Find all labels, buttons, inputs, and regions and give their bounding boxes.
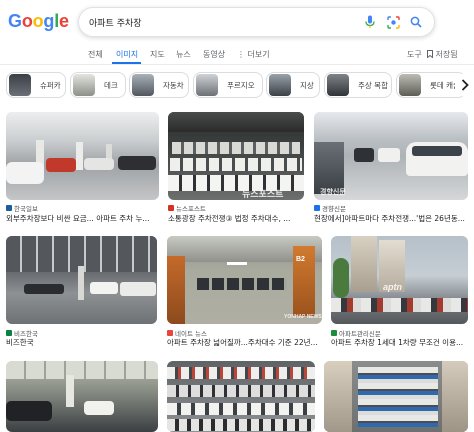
saved-button[interactable]: 저장됨 <box>427 49 458 60</box>
chip-mixed-use[interactable]: 주상 복합 <box>324 72 392 98</box>
logo-letter: G <box>8 11 22 31</box>
result-title[interactable]: 비즈한국 <box>6 337 157 348</box>
chip-supercar[interactable]: 슈퍼카 <box>6 72 66 98</box>
result-source[interactable]: 한국일보 <box>6 203 38 213</box>
chip-deck[interactable]: 데크 <box>70 72 126 98</box>
result-image[interactable] <box>6 236 157 324</box>
watermark: 뉴스포스트 <box>242 189 284 199</box>
chip-label: 자동차 <box>163 80 184 90</box>
more-dots-icon: ⋮ <box>237 50 248 59</box>
result-title[interactable]: 외부주차장보다 비싼 요금... 아파트 주차 누... <box>6 213 159 224</box>
result-image[interactable]: B2 YONHAP NEWS <box>167 236 322 324</box>
tab-all[interactable]: 전체 <box>88 49 103 60</box>
chip-thumbnail <box>196 74 218 96</box>
search-input[interactable]: 아파트 주차장 <box>89 16 360 29</box>
favicon-icon <box>168 205 174 211</box>
bookmark-icon <box>427 50 433 59</box>
result-image[interactable] <box>6 361 158 432</box>
google-logo[interactable]: Google <box>8 11 69 32</box>
tab-more-label: 더보기 <box>247 50 270 59</box>
result-source-name: 뉴스포스트 <box>176 205 206 213</box>
chips-next-button[interactable] <box>455 74 474 96</box>
result-source-name: 경향신문 <box>322 205 346 213</box>
result-image[interactable]: 경향신문 <box>314 112 468 200</box>
chip-thumbnail <box>73 74 95 96</box>
result-image[interactable]: aptn <box>331 236 468 324</box>
result-image[interactable] <box>6 112 159 200</box>
chip-thumbnail <box>132 74 154 96</box>
chip-label: 지상 <box>300 80 314 90</box>
chip-thumbnail <box>399 74 421 96</box>
chip-thumbnail <box>9 74 31 96</box>
result-source-name: 한국일보 <box>14 205 38 213</box>
favicon-icon <box>6 330 12 336</box>
search-icon[interactable] <box>406 12 426 32</box>
result-source[interactable]: 뉴스포스트 <box>168 203 206 213</box>
lens-icon[interactable] <box>383 12 403 32</box>
tab-images[interactable]: 이미지 <box>116 49 138 60</box>
chip-prugio[interactable]: 푸르지오 <box>193 72 263 98</box>
mic-icon[interactable] <box>360 12 380 32</box>
chip-thumbnail <box>327 74 349 96</box>
related-chips: 슈퍼카 데크 자동차 푸르지오 지상 주상 복합 롯데 캐슬 <box>6 72 474 98</box>
floor-badge: B2 <box>296 256 305 263</box>
result-title[interactable]: 아파트 주차장 넓어질까...주차대수 기준 22년... <box>167 337 322 348</box>
favicon-icon <box>167 330 173 336</box>
watermark: YONHAP NEWS <box>284 314 322 320</box>
search-tabs: 전체 이미지 지도 뉴스 동영상 ⋮ 더보기 도구 저장됨 <box>0 46 474 66</box>
chip-label: 데크 <box>104 80 118 90</box>
result-image[interactable] <box>324 361 468 432</box>
tab-news[interactable]: 뉴스 <box>176 49 191 60</box>
logo-letter: e <box>59 11 69 31</box>
tab-more[interactable]: ⋮ 더보기 <box>237 49 270 60</box>
result-title[interactable]: 아파트 주차장 1세대 1차량 무조건 이용... <box>331 337 468 348</box>
result-source[interactable]: 경향신문 <box>314 203 346 213</box>
logo-letter: o <box>32 11 44 31</box>
search-bar[interactable]: 아파트 주차장 <box>78 7 435 37</box>
chip-label: 푸르지오 <box>227 80 255 90</box>
favicon-icon <box>314 205 320 211</box>
tools-button[interactable]: 도구 <box>407 49 422 60</box>
tab-maps[interactable]: 지도 <box>150 49 165 60</box>
tab-videos[interactable]: 동영상 <box>203 49 225 60</box>
watermark: aptn <box>383 282 402 292</box>
result-title[interactable]: 소통광장 주차전쟁③ 법정 주차대수, ... <box>168 213 304 224</box>
tabs-divider <box>0 64 474 65</box>
chip-thumbnail <box>269 74 291 96</box>
chip-label: 주상 복합 <box>358 80 388 90</box>
logo-letter: g <box>43 11 55 31</box>
chip-label: 슈퍼카 <box>40 80 61 90</box>
chip-ground[interactable]: 지상 <box>266 72 320 98</box>
chevron-right-icon <box>461 79 469 91</box>
result-image[interactable]: 뉴스포스트 <box>168 112 304 200</box>
logo-letter: o <box>21 11 33 31</box>
favicon-icon <box>331 330 337 336</box>
chip-car[interactable]: 자동차 <box>129 72 189 98</box>
result-title[interactable]: 현장에서]아파트마다 주차전쟁...'법은 26년동... <box>314 213 468 224</box>
watermark: 경향신문 <box>320 189 346 196</box>
result-image[interactable] <box>167 361 315 432</box>
favicon-icon <box>6 205 12 211</box>
saved-label: 저장됨 <box>435 50 458 59</box>
